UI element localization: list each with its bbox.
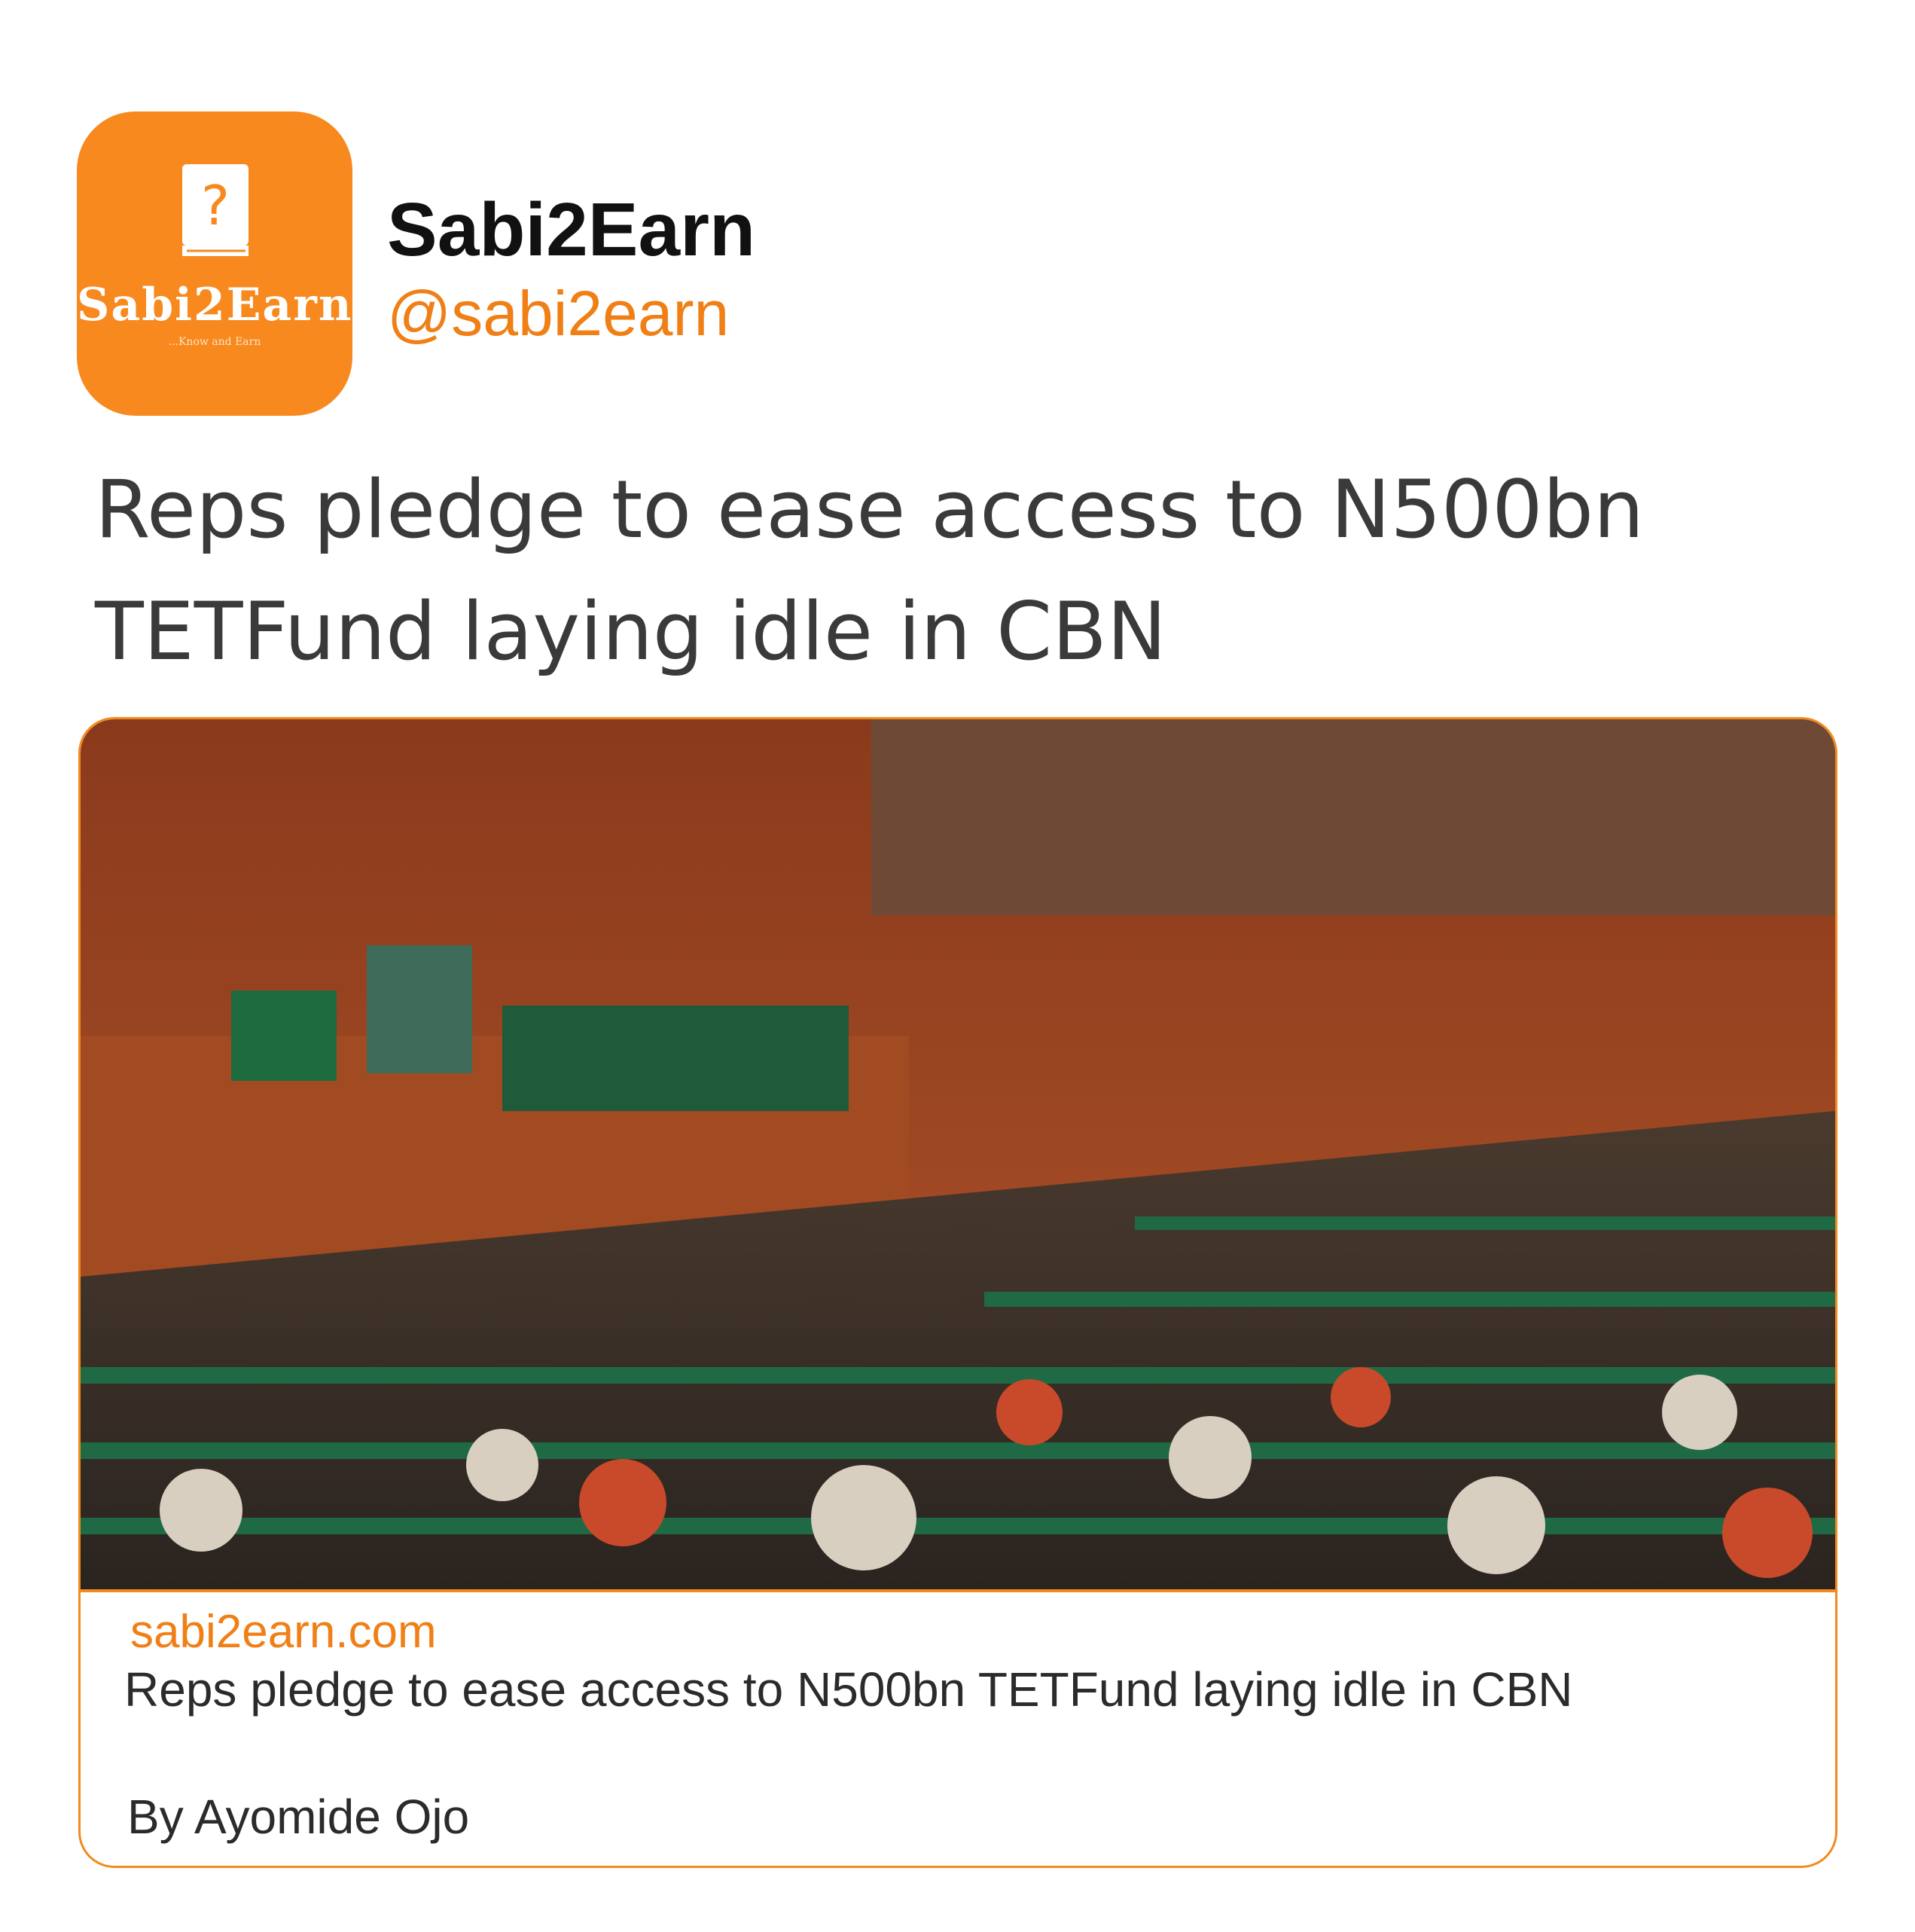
post-headline: Reps pledge to ease access to N500bn TET… [95,463,1645,678]
article-photo [81,719,1835,1589]
link-domain[interactable]: sabi2earn.com [130,1605,437,1659]
svg-text:?: ? [201,174,230,237]
profile-avatar[interactable]: ? Sabi2Earn ...Know and Earn [77,111,352,416]
display-name[interactable]: Sabi2Earn [387,187,755,273]
avatar-tagline: ...Know and Earn [168,336,261,348]
avatar-logo-text: Sabi2Earn [77,279,352,331]
book-question-icon: ? [182,164,249,256]
photo-divider [81,1589,1835,1592]
link-title[interactable]: Reps pledge to ease access to N500bn TET… [124,1659,1736,1720]
user-handle[interactable]: @sabi2earn [387,277,729,350]
link-author: By Ayomide Ojo [127,1790,470,1844]
link-preview-card[interactable]: sabi2earn.com Reps pledge to ease access… [78,717,1837,1868]
